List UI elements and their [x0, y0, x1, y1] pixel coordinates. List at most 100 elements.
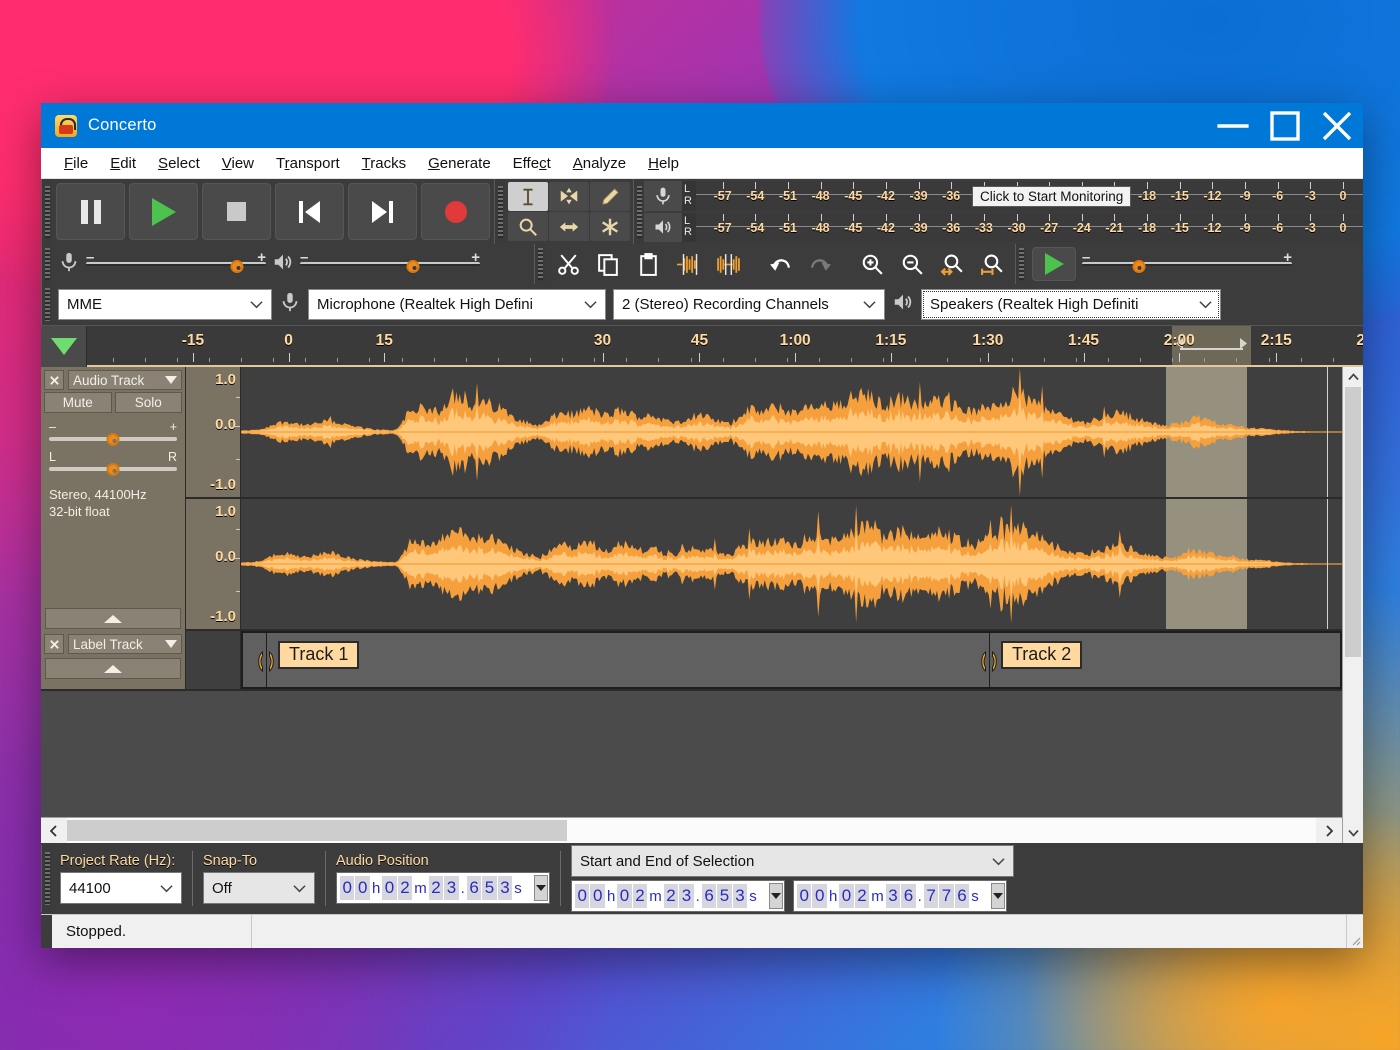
selection-toolbar-grip[interactable]: [41, 845, 52, 912]
record-button[interactable]: [421, 183, 490, 240]
horizontal-scroll-track[interactable]: [67, 818, 1316, 843]
menu-file[interactable]: FFileile: [53, 151, 99, 176]
waveform-left-channel[interactable]: [241, 367, 1342, 497]
recording-meter[interactable]: LR -57-54-51-48-45-42-39-36-33-30-27-24-…: [644, 181, 1363, 211]
play-at-speed-button[interactable]: [1032, 247, 1076, 281]
menu-analyze[interactable]: Analyze: [562, 151, 637, 176]
selection-right-handle-icon[interactable]: [1232, 336, 1248, 356]
scroll-down-icon[interactable]: [1343, 823, 1363, 843]
playback-meter[interactable]: LR -57-54-51-48-45-42-39-36-33-30-27-24-…: [644, 213, 1363, 243]
slider-thumb[interactable]: [231, 260, 244, 273]
slider-thumb[interactable]: [407, 260, 420, 273]
audio-position-field[interactable]: 00h02m23.653s: [336, 872, 550, 904]
pause-button[interactable]: [56, 183, 125, 240]
track-name-dropdown[interactable]: Label Track: [68, 634, 182, 654]
playback-volume-slider[interactable]: – +: [300, 247, 480, 281]
label-track-panel: Label Track: [41, 631, 186, 689]
snap-to-select[interactable]: Off: [203, 872, 315, 904]
playback-device-select[interactable]: Speakers (Realtek High Definiti: [921, 289, 1221, 320]
timeline-ruler[interactable]: -1501530451:001:151:301:452:002:152:302:…: [41, 325, 1363, 367]
stop-button[interactable]: [202, 183, 271, 240]
trim-audio-button[interactable]: [669, 247, 707, 281]
audio-position-spinner[interactable]: [534, 875, 548, 901]
undo-button[interactable]: [761, 247, 799, 281]
zoom-out-button[interactable]: [893, 247, 931, 281]
collapse-track-button[interactable]: [45, 658, 181, 679]
recording-volume-slider[interactable]: – +: [86, 247, 266, 281]
menu-view[interactable]: View: [211, 151, 265, 176]
vertical-scroll-track[interactable]: [1343, 387, 1363, 823]
pan-slider[interactable]: L R: [49, 450, 177, 480]
audio-host-select[interactable]: MME: [58, 289, 272, 320]
horizontal-scrollbar[interactable]: [41, 817, 1342, 843]
slider-thumb[interactable]: [1132, 260, 1145, 273]
play-button[interactable]: [129, 183, 198, 240]
envelope-tool[interactable]: [549, 182, 589, 211]
label-track-body[interactable]: Track 1 Track 2: [241, 631, 1342, 689]
solo-button[interactable]: Solo: [115, 392, 183, 413]
minimize-icon[interactable]: [1207, 103, 1259, 148]
selection-end-field[interactable]: 00h02m36.776s: [793, 880, 1007, 912]
skip-to-start-button[interactable]: [275, 183, 344, 240]
recording-channels-select[interactable]: 2 (Stereo) Recording Channels: [613, 289, 885, 320]
selection-start-spinner[interactable]: [769, 883, 783, 909]
collapse-track-button[interactable]: [45, 608, 181, 629]
slider-thumb[interactable]: [107, 463, 120, 476]
transport-toolbar-grip[interactable]: [41, 179, 52, 244]
track-label[interactable]: Track 2: [1001, 641, 1082, 669]
maximize-icon[interactable]: [1259, 103, 1311, 148]
zoom-tool[interactable]: [508, 212, 548, 241]
multi-tool[interactable]: [590, 212, 630, 241]
menu-generate[interactable]: Generate: [417, 151, 502, 176]
copy-button[interactable]: [589, 247, 627, 281]
slider-thumb[interactable]: [107, 433, 120, 446]
selection-mode-select[interactable]: Start and End of Selection: [571, 845, 1014, 877]
close-track-button[interactable]: [44, 634, 64, 654]
menu-transport[interactable]: Transport: [265, 151, 351, 176]
menu-edit[interactable]: Edit: [99, 151, 147, 176]
scroll-right-icon[interactable]: [1316, 818, 1342, 843]
device-toolbar-grip[interactable]: [41, 284, 52, 325]
fit-project-button[interactable]: [973, 247, 1011, 281]
track-name-dropdown[interactable]: Audio Track: [68, 370, 182, 390]
playback-speed-slider[interactable]: – +: [1082, 247, 1292, 281]
label-handle-icon[interactable]: [979, 651, 998, 672]
label-handle-icon[interactable]: [257, 651, 276, 672]
tools-toolbar-grip[interactable]: [494, 179, 505, 244]
silence-audio-button[interactable]: [709, 247, 747, 281]
menu-select[interactable]: Select: [147, 151, 211, 176]
meter-toolbar-grip[interactable]: [633, 179, 644, 244]
draw-tool[interactable]: [590, 182, 630, 211]
menu-tracks[interactable]: Tracks: [351, 151, 417, 176]
fit-selection-button[interactable]: [933, 247, 971, 281]
project-rate-select[interactable]: 44100: [60, 872, 182, 904]
close-track-button[interactable]: [44, 370, 64, 390]
menu-help[interactable]: Help: [637, 151, 690, 176]
resize-grip[interactable]: [1347, 915, 1363, 948]
scroll-left-icon[interactable]: [41, 818, 67, 843]
scroll-up-icon[interactable]: [1343, 367, 1363, 387]
edit-toolbar-grip[interactable]: [534, 244, 545, 284]
play-at-speed-grip[interactable]: [1015, 244, 1026, 284]
mute-button[interactable]: Mute: [44, 392, 112, 413]
recording-device-select[interactable]: Microphone (Realtek High Defini: [308, 289, 606, 320]
vertical-scroll-thumb[interactable]: [1345, 387, 1361, 657]
gain-slider[interactable]: – +: [49, 420, 177, 450]
pin-play-head-button[interactable]: [41, 326, 87, 367]
cut-button[interactable]: [549, 247, 587, 281]
selection-end-spinner[interactable]: [991, 883, 1005, 909]
time-shift-tool[interactable]: [549, 212, 589, 241]
track-label[interactable]: Track 1: [278, 641, 359, 669]
close-icon[interactable]: [1311, 103, 1363, 148]
zoom-in-button[interactable]: [853, 247, 891, 281]
menu-effect[interactable]: Effect: [502, 151, 562, 176]
vertical-scrollbar[interactable]: [1342, 367, 1363, 843]
paste-button[interactable]: [629, 247, 667, 281]
mixer-toolbar-grip[interactable]: [41, 244, 52, 284]
skip-to-end-button[interactable]: [348, 183, 417, 240]
selection-start-field[interactable]: 00h02m23.653s: [571, 880, 785, 912]
selection-tool[interactable]: [508, 182, 548, 211]
horizontal-scroll-thumb[interactable]: [67, 820, 567, 841]
waveform-right-channel[interactable]: [241, 499, 1342, 629]
timeline-scale[interactable]: -1501530451:001:151:301:452:002:152:302:…: [87, 326, 1363, 367]
